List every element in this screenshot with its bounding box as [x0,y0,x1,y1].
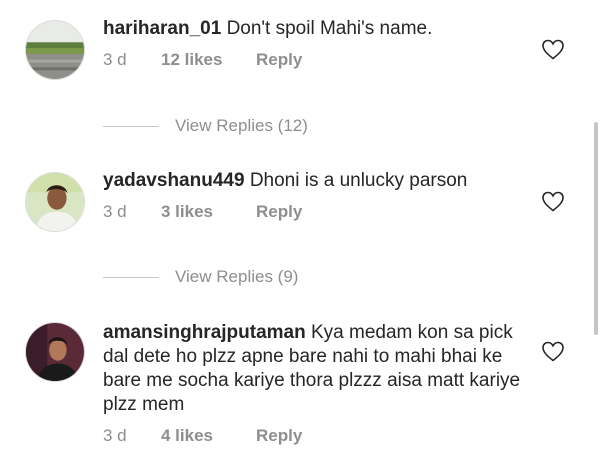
avatar-plants-photo [26,21,84,79]
view-replies-label: View Replies (12) [175,116,308,135]
likes-count[interactable]: 12 likes [161,50,256,70]
heart-outline-icon[interactable] [541,340,565,362]
comment-text: yadavshanu449 Dhoni is a unlucky parson [103,169,523,193]
comment-time: 3 d [103,50,127,69]
view-replies-button[interactable]: View Replies (12) [103,116,308,136]
reply-button[interactable]: Reply [256,50,302,70]
comment-item: amansinghrajputaman Kya medam kon sa pic… [0,300,600,450]
comment-body: Dhoni is a unlucky parson [249,170,468,191]
avatar[interactable] [25,172,85,232]
reply-button[interactable]: Reply [256,202,302,222]
comment-meta: 3 d 4 likes Reply [103,426,523,446]
divider-line [103,276,159,278]
avatar-person-photo [26,173,84,231]
view-replies-label: View Replies (9) [175,267,299,286]
scrollbar[interactable] [594,122,598,335]
comment-meta: 3 d 12 likes Reply [103,50,523,70]
divider-line [103,125,159,127]
heart-outline-icon[interactable] [541,190,565,212]
likes-count[interactable]: 3 likes [161,202,256,222]
avatar[interactable] [25,20,85,80]
reply-button[interactable]: Reply [256,426,302,446]
view-replies-button[interactable]: View Replies (9) [103,267,298,287]
heart-outline-icon[interactable] [541,38,565,60]
comment-text: hariharan_01 Don't spoil Mahi's name. [103,17,523,41]
comment-item: yadavshanu449 Dhoni is a unlucky parson … [0,150,600,240]
comment-username[interactable]: yadavshanu449 [103,170,245,191]
comment-item: hariharan_01 Don't spoil Mahi's name. 3 … [0,0,600,90]
comment-time: 3 d [103,426,127,445]
comment-text: amansinghrajputaman Kya medam kon sa pic… [103,321,523,417]
avatar[interactable] [25,322,85,382]
comment-meta: 3 d 3 likes Reply [103,202,523,222]
comment-time: 3 d [103,202,127,221]
likes-count[interactable]: 4 likes [161,426,256,446]
comment-body: Don't spoil Mahi's name. [226,18,433,39]
avatar-person-photo [26,323,84,381]
comment-username[interactable]: hariharan_01 [103,18,221,39]
comment-username[interactable]: amansinghrajputaman [103,322,306,343]
